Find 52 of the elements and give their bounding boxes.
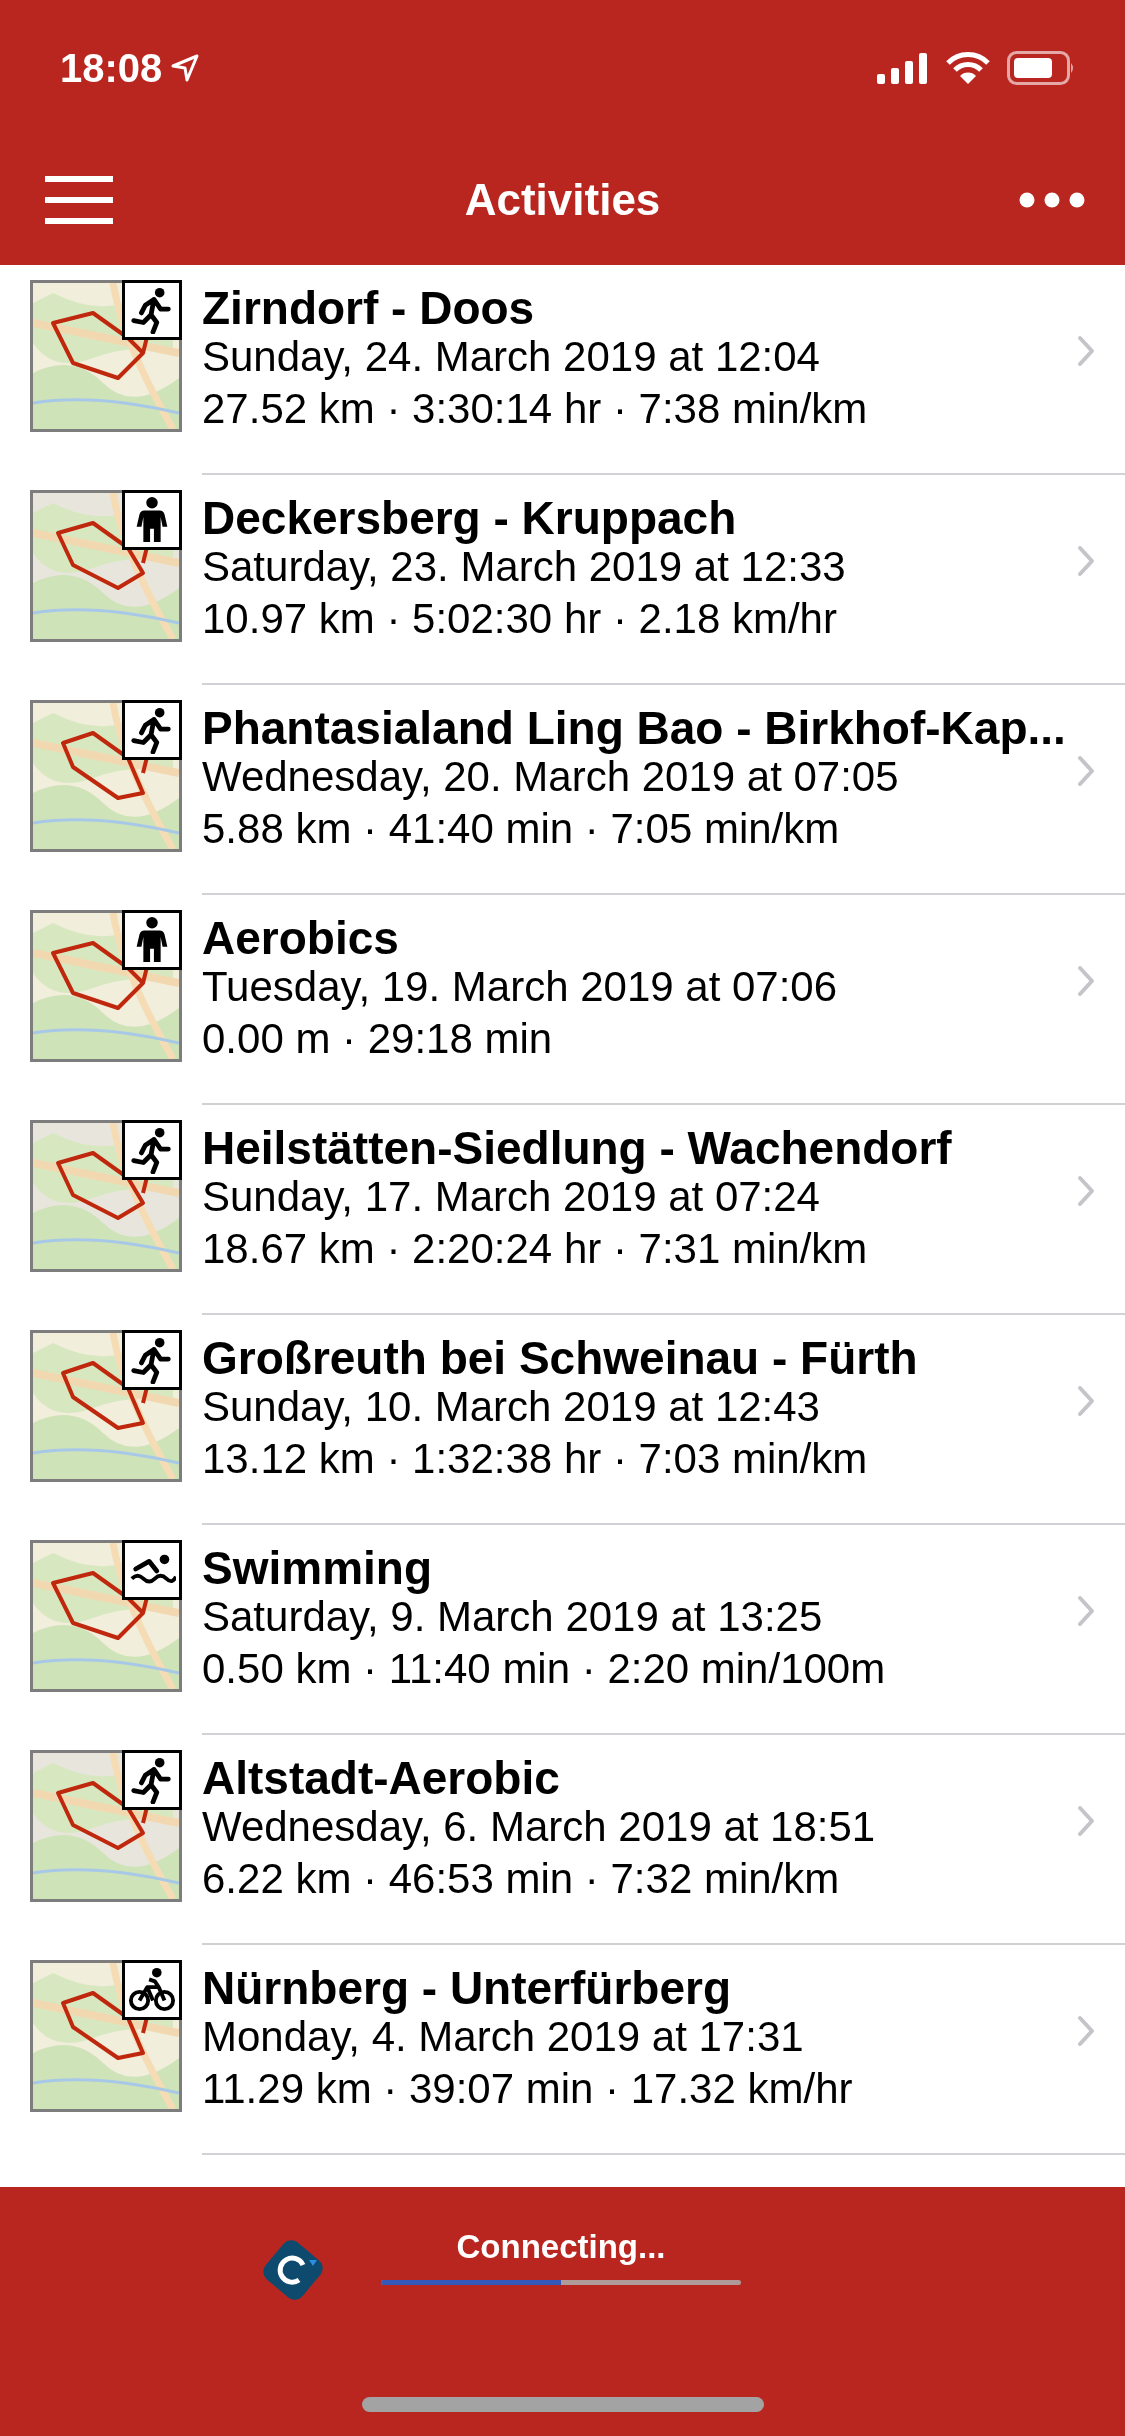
activity-date: Saturday, 23. March 2019 at 12:33 xyxy=(202,543,846,592)
activity-row[interactable]: Altstadt-Aerobic Wednesday, 6. March 2019 at 18:51 6.22 km · 46:53 min · 7:32 min/km xyxy=(202,1750,1125,1945)
location-arrow-icon xyxy=(170,52,201,83)
activity-row[interactable]: Heilstätten-Siedlung - Wachendorf Sunday, 17. March 2019 at 07:24 18.67 km · 2:20:24 hr · 7:31 min/km xyxy=(202,1120,1125,1315)
activity-stats: 11.29 km · 39:07 min · 17.32 km/hr xyxy=(202,2064,853,2114)
activity-date: Sunday, 10. March 2019 at 12:43 xyxy=(202,1382,820,1432)
activity-date: Monday, 4. March 2019 at 17:31 xyxy=(202,2013,804,2062)
activity-date: Wednesday, 20. March 2019 at 07:05 xyxy=(202,753,899,802)
activity-date: Sunday, 17. March 2019 at 07:24 xyxy=(202,1173,820,1222)
activity-stats: 18.67 km · 2:20:24 hr · 7:31 min/km xyxy=(202,1224,868,1274)
connecting-label: Connecting... xyxy=(456,2227,666,2267)
activity-stats: 0.50 km · 11:40 min · 2:20 min/100m xyxy=(202,1644,886,1694)
activity-row[interactable]: Großreuth bei Schweinau - Fürth Sunday, 10. March 2019 at 12:43 13.12 km · 1:32:38 hr · 7:03 min/km xyxy=(202,1330,1125,1525)
activity-row[interactable]: Nürnberg - Unterfürberg Monday, 4. March 2019 at 17:31 11.29 km · 39:07 min · 17.32 km/hr xyxy=(202,1960,1125,2155)
activity-stats: 5.88 km · 41:40 min · 7:05 min/km xyxy=(202,804,840,854)
activity-stats: 0.00 m · 29:18 min xyxy=(202,1014,553,1064)
activity-row[interactable]: Zirndorf - Doos Sunday, 24. March 2019 at 12:04 27.52 km · 3:30:14 hr · 7:38 min/km xyxy=(202,280,1125,475)
activity-date: Sunday, 24. March 2019 at 12:04 xyxy=(202,332,820,382)
chevron-right-icon xyxy=(1077,335,1095,367)
bicycle-icon xyxy=(128,1966,176,2014)
activity-stats: 27.52 km · 3:30:14 hr · 7:38 min/km xyxy=(202,384,868,434)
activity-title: Großreuth bei Schweinau - Fürth xyxy=(202,1336,918,1380)
more-button[interactable] xyxy=(1019,192,1085,208)
activity-stats: 10.97 km · 5:02:30 hr · 2.18 km/hr xyxy=(202,594,837,644)
chevron-right-icon xyxy=(1077,965,1095,997)
wifi-icon xyxy=(945,50,991,85)
chevron-right-icon xyxy=(1077,1385,1095,1417)
chevron-right-icon xyxy=(1077,1595,1095,1627)
chevron-right-icon xyxy=(1077,1805,1095,1837)
more-icon xyxy=(1019,192,1085,208)
activity-date: Tuesday, 19. March 2019 at 07:06 xyxy=(202,962,838,1012)
chevron-right-icon xyxy=(1077,755,1095,787)
chevron-right-icon xyxy=(1077,545,1095,577)
activity-row[interactable]: Aerobics Tuesday, 19. March 2019 at 07:06 0.00 m · 29:18 min xyxy=(202,910,1125,1105)
activity-row[interactable]: Deckersberg - Kruppach Saturday, 23. March 2019 at 12:33 10.97 km · 5:02:30 hr · 2.18 km/hr xyxy=(202,490,1125,685)
activity-date: Wednesday, 6. March 2019 at 18:51 xyxy=(202,1802,876,1852)
activity-stats: 13.12 km · 1:32:38 hr · 7:03 min/km xyxy=(202,1434,868,1484)
chevron-right-icon xyxy=(1077,1175,1095,1207)
activity-row[interactable]: Swimming Saturday, 9. March 2019 at 13:25 0.50 km · 11:40 min · 2:20 min/100m xyxy=(202,1540,1125,1735)
chevron-right-icon xyxy=(1077,2015,1095,2047)
activity-row[interactable]: Phantasialand Ling Bao - Birkhof-Kap... Wednesday, 20. March 2019 at 07:05 5.88 km · 41:40 min · 7:05 min/km xyxy=(202,700,1125,895)
activity-date: Saturday, 9. March 2019 at 13:25 xyxy=(202,1593,823,1642)
battery-icon xyxy=(1007,50,1075,85)
clock-time: 18:08 xyxy=(60,44,163,92)
activity-stats: 6.22 km · 46:53 min · 7:32 min/km xyxy=(202,1854,840,1904)
activity-title: Aerobics xyxy=(202,916,399,960)
activity-title: Zirndorf - Doos xyxy=(202,286,535,330)
activity-title: Altstadt-Aerobic xyxy=(202,1756,560,1800)
menu-button[interactable] xyxy=(45,176,113,224)
screen-title: Activities xyxy=(464,174,661,226)
menu-icon xyxy=(45,176,113,224)
signal-icon xyxy=(877,51,929,84)
